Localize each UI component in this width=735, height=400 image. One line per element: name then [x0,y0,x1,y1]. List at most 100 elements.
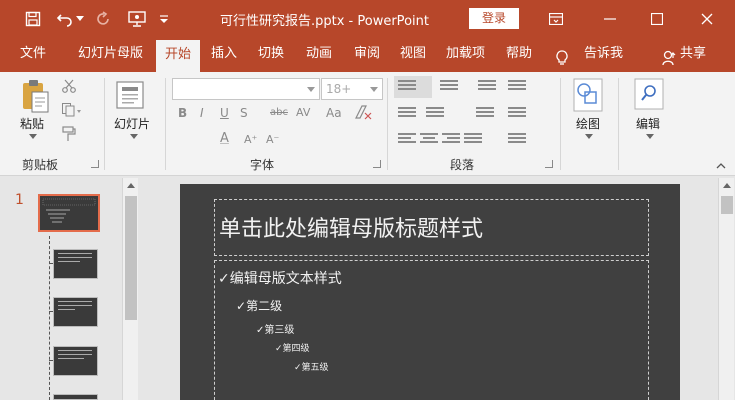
new-slide-dropdown-icon[interactable] [130,134,138,139]
slide-title: 单击此处编辑母版标题样式 [219,217,484,242]
new-slide-button[interactable]: 幻灯片 [114,115,150,132]
shadow-icon[interactable]: S [240,106,248,120]
decrease-indent-icon[interactable] [398,107,416,121]
check-bullet-icon: ✓ [294,363,302,373]
line-spacing-icon[interactable] [478,80,496,94]
find-icon[interactable] [634,78,664,110]
close-icon[interactable] [684,0,730,38]
tab-animations[interactable]: 动画 [306,38,332,72]
drawing-icon[interactable] [573,78,603,112]
align-center-icon[interactable] [420,133,438,147]
tab-tell-me[interactable]: 告诉我 [584,38,623,72]
tab-help[interactable]: 帮助 [506,38,532,72]
collapse-ribbon-icon[interactable] [716,154,726,173]
font-color-icon[interactable]: A [220,131,229,146]
present-icon[interactable] [126,9,148,29]
group-separator [387,78,388,170]
smartart-icon[interactable] [508,133,526,147]
check-bullet-icon: ✓ [236,299,247,313]
drawing-button[interactable]: 绘图 [576,115,600,132]
scrollbar-thumb[interactable] [125,196,137,320]
clipboard-launcher-icon[interactable] [91,160,99,168]
redo-icon[interactable] [92,9,114,29]
shrink-font-icon[interactable]: A⁻ [266,133,279,146]
cut-icon[interactable] [62,78,76,97]
level-4-text: ✓第四级 [275,344,310,354]
level-3-text: ✓第三级 [256,325,295,336]
layout-thumbnail[interactable] [53,249,98,279]
bullets-button[interactable] [394,76,432,98]
justify-icon[interactable] [464,133,482,147]
case-icon[interactable]: Aa [326,106,342,120]
group-separator [104,78,105,170]
tab-file[interactable]: 文件 [20,38,46,72]
paste-dropdown-icon[interactable] [29,134,37,139]
numbering-icon[interactable] [440,80,458,94]
tab-addins[interactable]: 加载项 [446,38,485,72]
align-left-icon[interactable] [398,133,416,147]
clear-format-icon[interactable] [354,104,372,123]
font-group-label: 字体 [250,158,275,172]
lightbulb-icon[interactable] [556,47,568,65]
copy-icon[interactable] [62,102,82,121]
format-painter-icon[interactable] [62,126,76,146]
chevron-down-icon[interactable] [158,9,170,29]
strikethrough-icon[interactable]: abc [270,107,288,118]
minimize-icon[interactable] [587,0,633,38]
new-slide-icon[interactable] [116,80,146,114]
slide-number: 1 [15,192,24,208]
layout-thumbnail[interactable] [53,394,98,400]
save-icon[interactable] [22,9,44,29]
title-bar: 可行性研究报告.pptx - PowerPoint 登录 [0,0,735,38]
text-direction-icon[interactable] [508,80,526,94]
font-size-select[interactable]: 18+ [321,78,383,100]
check-bullet-icon: ✓ [275,344,283,354]
paste-button[interactable]: 粘贴 [20,115,44,132]
editing-dropdown-icon[interactable] [646,134,654,139]
tab-insert[interactable]: 插入 [211,38,237,72]
undo-icon[interactable] [54,9,76,29]
tab-home[interactable]: 开始 [156,40,200,72]
increase-indent-icon[interactable] [426,107,444,121]
tab-transitions[interactable]: 切换 [258,38,284,72]
level-5-text: ✓第五级 [294,363,329,373]
tab-review[interactable]: 审阅 [354,38,380,72]
scrollbar-thumb[interactable] [721,196,733,214]
chevron-down-icon [370,87,378,92]
scroll-up-icon[interactable] [127,183,135,188]
layout-thumbnail[interactable] [53,297,98,327]
ribbon-options-icon[interactable] [533,0,579,38]
tab-slide-master[interactable]: 幻灯片母版 [78,38,143,72]
maximize-icon[interactable] [634,0,680,38]
bold-icon[interactable]: B [178,106,187,120]
paragraph-launcher-icon[interactable] [545,160,553,168]
group-separator [165,78,166,170]
char-spacing-icon[interactable]: AV [296,106,310,119]
drawing-dropdown-icon[interactable] [585,134,593,139]
editing-button[interactable]: 编辑 [636,115,660,132]
clipboard-group-label: 剪贴板 [22,158,59,172]
font-name-select[interactable] [172,78,320,100]
tab-view[interactable]: 视图 [400,38,426,72]
share-icon[interactable] [662,47,676,66]
font-size-value: 18+ [326,82,352,96]
align-text-icon[interactable] [508,107,526,121]
group-separator [618,78,619,170]
thumbnail-scrollbar[interactable] [122,178,138,400]
underline-icon[interactable]: U [220,106,229,120]
level-2-text: ✓第二级 [236,299,283,313]
login-button[interactable]: 登录 [469,8,519,29]
align-right-icon[interactable] [442,133,460,147]
editor-scrollbar[interactable] [718,178,734,400]
paste-icon[interactable] [20,78,50,114]
columns-icon[interactable] [476,107,494,121]
layout-thumbnail[interactable] [53,346,98,376]
tab-share[interactable]: 共享 [680,38,706,72]
bullets-icon [398,80,416,94]
font-launcher-icon[interactable] [373,160,381,168]
grow-font-icon[interactable]: A⁺ [244,133,257,146]
scroll-up-icon[interactable] [723,183,731,188]
italic-icon[interactable]: I [200,106,204,120]
undo-dropdown-icon[interactable] [75,9,85,29]
master-slide-thumbnail[interactable] [38,194,100,232]
